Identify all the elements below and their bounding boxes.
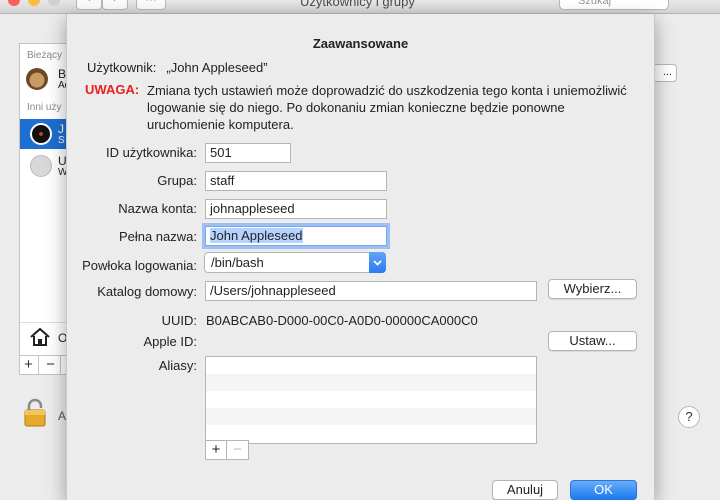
lock-icon[interactable] — [22, 397, 48, 427]
popup-arrows-icon — [369, 252, 386, 273]
warning-text: Zmiana tych ustawień może doprowadzić do… — [147, 83, 627, 132]
remove-alias-button[interactable]: − — [227, 441, 248, 459]
remove-user-button[interactable]: − — [41, 356, 61, 375]
sidebar-item-name: U — [58, 154, 66, 168]
sidebar-header-other: Inni uży — [27, 102, 62, 113]
group-field[interactable]: staff — [205, 171, 387, 191]
sidebar-item-john[interactable]: J S — [20, 119, 66, 149]
user-line: Użytkownik: „John Appleseed” — [87, 60, 268, 75]
add-alias-button[interactable]: + — [206, 441, 227, 459]
owl-avatar-icon — [26, 68, 48, 90]
window-title: Użytkownicy i grupy — [300, 0, 415, 9]
user-id-label: ID użytkownika: — [105, 145, 197, 160]
advanced-options-sheet: Zaawansowane Użytkownik: „John Appleseed”… — [66, 14, 655, 500]
full-name-value: John Appleseed — [210, 228, 303, 243]
zoom-window-button[interactable] — [48, 0, 60, 6]
aliases-label: Aliasy: — [158, 358, 197, 373]
sidebar-item-subtitle: S — [58, 135, 65, 146]
sidebar-item-subtitle: W — [58, 167, 66, 178]
sidebar-item-current-user[interactable]: B Ad — [20, 64, 66, 94]
home-dir-label: Katalog domowy: — [97, 284, 197, 299]
group-label: Grupa: — [157, 173, 197, 188]
house-icon — [30, 327, 50, 346]
set-apple-id-button[interactable]: Ustaw... — [548, 331, 637, 351]
user-value: „John Appleseed” — [166, 60, 268, 75]
aliases-toolbar: + − — [205, 440, 249, 460]
show-all-button[interactable]: ⋯ — [136, 0, 166, 10]
aliases-list[interactable] — [205, 356, 537, 444]
sidebar-item-name: B — [58, 67, 66, 81]
sidebar-item-name: J — [58, 122, 64, 136]
cancel-button[interactable]: Anuluj — [492, 480, 558, 500]
back-button[interactable]: ‹ — [76, 0, 102, 10]
user-label: Użytkownik: — [87, 60, 157, 75]
lock-label: A — [58, 409, 67, 423]
sidebar-item-subtitle: Ad — [58, 80, 66, 91]
close-window-button[interactable] — [8, 0, 20, 6]
add-user-button[interactable]: + — [19, 356, 39, 375]
record-avatar-icon — [30, 123, 52, 145]
apple-id-label: Apple ID: — [143, 334, 197, 349]
home-dir-field[interactable]: /Users/johnappleseed — [205, 281, 537, 301]
minimize-window-button[interactable] — [28, 0, 40, 6]
full-name-label: Pełna nazwa: — [118, 229, 197, 244]
choose-home-button[interactable]: Wybierz... — [548, 279, 637, 299]
help-button[interactable]: ? — [678, 406, 700, 428]
login-shell-popup[interactable]: /bin/bash — [204, 252, 386, 273]
account-name-label: Nazwa konta: — [118, 201, 197, 216]
user-id-field[interactable]: 501 — [205, 143, 291, 163]
title-bar: ‹ › ⋯ Użytkownicy i grupy Szukaj — [0, 0, 720, 14]
sidebar-item-name: O — [58, 331, 66, 345]
ok-button[interactable]: OK — [570, 480, 637, 500]
sidebar-item-guest[interactable]: U W — [20, 151, 66, 181]
login-shell-value: /bin/bash — [211, 255, 264, 270]
forward-button[interactable]: › — [102, 0, 128, 10]
search-input[interactable]: Szukaj — [559, 0, 669, 10]
uuid-label: UUID: — [161, 313, 197, 328]
sidebar-item-login-options[interactable]: O — [20, 322, 66, 352]
sheet-title: Zaawansowane — [312, 36, 409, 51]
generic-user-icon — [30, 155, 52, 177]
warning-label: UWAGA: — [85, 82, 140, 97]
users-sidebar: Bieżący B Ad Inni uży J S U W O — [19, 43, 67, 375]
uuid-value: B0ABCAB0-D000-00C0-A0D0-00000CA000C0 — [206, 313, 478, 328]
login-shell-label: Powłoka logowania: — [82, 258, 197, 273]
sidebar-toolbar: + − — [19, 355, 67, 375]
sidebar-header-current: Bieżący — [27, 50, 63, 61]
account-name-field[interactable]: johnappleseed — [205, 199, 387, 219]
background-options-button[interactable]: ... — [652, 64, 677, 82]
full-name-field[interactable]: John Appleseed — [205, 226, 387, 246]
